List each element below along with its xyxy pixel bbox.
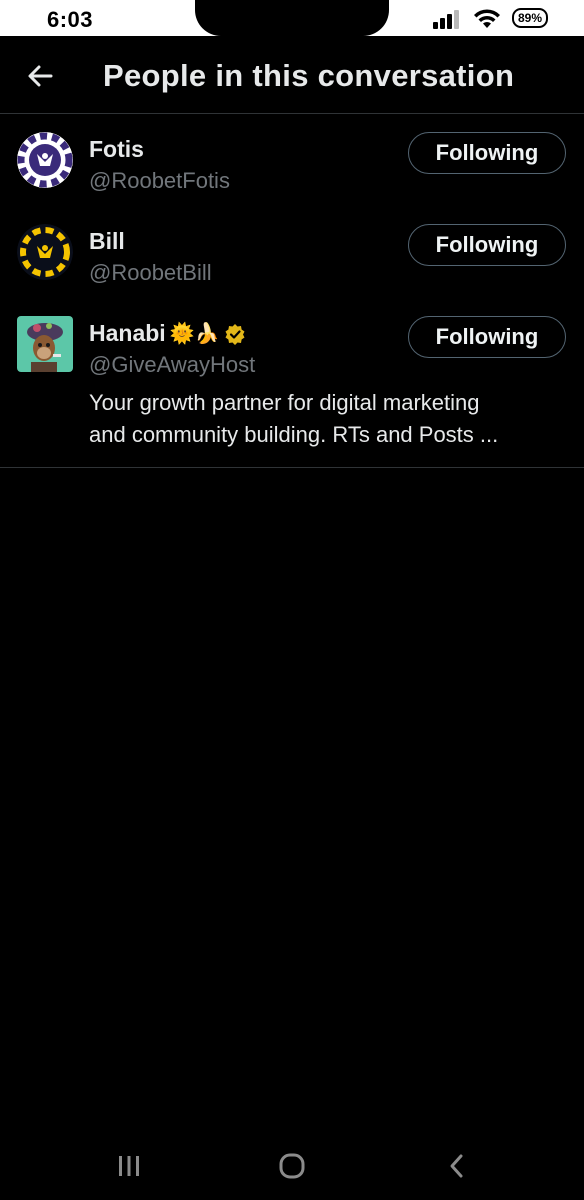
camera-notch: [195, 0, 389, 36]
avatar-image: [17, 224, 73, 280]
display-name[interactable]: Hanabi 🌞🍌: [89, 320, 246, 347]
following-button[interactable]: Following: [408, 316, 566, 358]
signal-icon: [433, 10, 459, 29]
user-row-hanabi[interactable]: Hanabi 🌞🍌 @GiveAwayHost Following Your g…: [0, 298, 584, 467]
following-button[interactable]: Following: [408, 224, 566, 266]
list-divider: [0, 467, 584, 468]
following-button[interactable]: Following: [408, 132, 566, 174]
recent-apps-button[interactable]: [109, 1148, 149, 1184]
user-handle: @GiveAwayHost: [89, 352, 256, 377]
status-time: 6:03: [47, 7, 94, 32]
user-row-fotis[interactable]: Fotis @RoobetFotis Following: [0, 114, 584, 206]
page-header: People in this conversation: [0, 36, 584, 114]
user-name: Fotis: [89, 136, 144, 162]
bio-line: Your growth partner for digital marketin…: [89, 390, 480, 415]
user-handle: @RoobetFotis: [89, 168, 230, 193]
battery-icon: 89%: [512, 8, 548, 28]
user-row-bill[interactable]: Bill @RoobetBill Following: [0, 206, 584, 298]
avatar-image: [17, 316, 73, 372]
avatar-image: [17, 132, 73, 188]
back-icon: [450, 1154, 463, 1178]
display-name[interactable]: Fotis: [89, 136, 144, 163]
roobet-chip-yellow-avatar[interactable]: [17, 224, 73, 280]
system-nav-bar: [0, 1130, 584, 1200]
battery-level: 89%: [514, 10, 546, 26]
user-name: Bill: [89, 228, 125, 254]
home-icon: [279, 1153, 305, 1179]
status-bar: 6:03 89%: [0, 0, 584, 36]
page-title: People in this conversation: [103, 58, 515, 93]
recent-apps-icon: [119, 1156, 139, 1176]
arrow-left-icon: [28, 65, 53, 87]
nav-back-button[interactable]: [437, 1148, 477, 1184]
roobet-chip-purple-avatar[interactable]: [17, 132, 73, 188]
bio-line: and community building. RTs and Posts ..…: [89, 422, 499, 447]
user-handle: @RoobetBill: [89, 260, 212, 285]
home-button[interactable]: [272, 1148, 312, 1184]
verified-badge-icon: [225, 323, 244, 345]
wifi-icon: [474, 9, 500, 28]
ape-nft-avatar[interactable]: [17, 316, 73, 372]
name-emojis: 🌞🍌: [169, 323, 220, 345]
user-bio: Your growth partner for digital marketin…: [89, 387, 569, 451]
user-name: Hanabi: [89, 320, 166, 346]
back-button[interactable]: [22, 58, 58, 94]
display-name[interactable]: Bill: [89, 228, 125, 255]
